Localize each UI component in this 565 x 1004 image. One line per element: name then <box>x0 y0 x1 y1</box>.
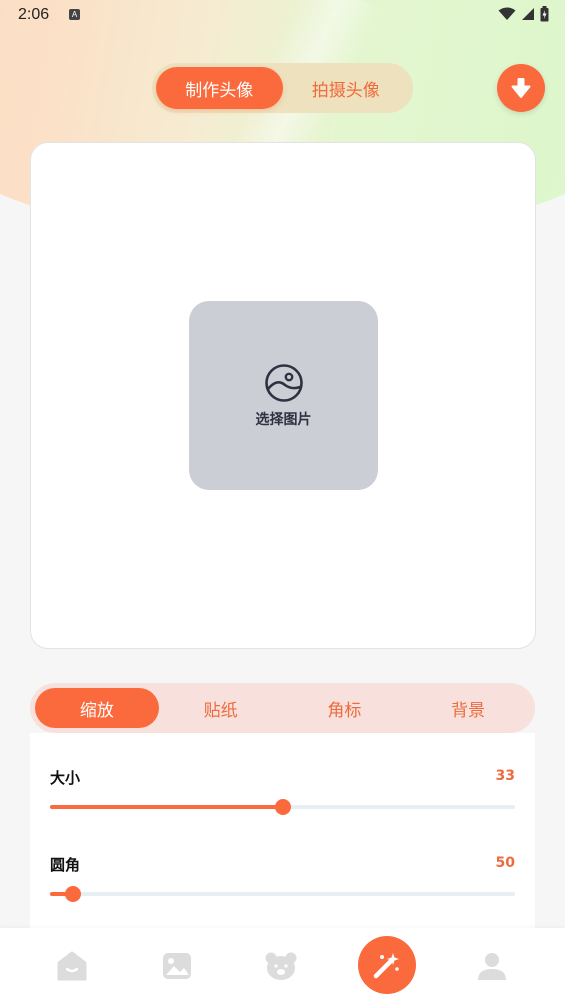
nav-home[interactable] <box>37 928 107 1004</box>
tab-background[interactable]: 背景 <box>406 688 530 728</box>
radius-label: 圆角 <box>50 856 81 874</box>
radius-slider-thumb[interactable] <box>65 886 82 902</box>
wifi-icon <box>498 7 516 20</box>
home-icon <box>57 951 87 981</box>
bear-icon <box>265 952 297 980</box>
size-value: 33 <box>495 768 515 784</box>
magic-wand-icon <box>373 953 399 979</box>
select-image-button[interactable]: 选择图片 <box>189 301 378 490</box>
status-icons <box>498 6 549 22</box>
status-time: 2:06 <box>18 6 50 23</box>
tab-capture-avatar[interactable]: 拍摄头像 <box>283 67 410 109</box>
gallery-icon <box>163 953 191 979</box>
nav-profile[interactable] <box>457 928 527 1004</box>
a-notification-icon: A <box>69 9 80 20</box>
avatar-preview-card: 选择图片 <box>30 142 536 649</box>
nav-magic-wand[interactable] <box>358 936 416 994</box>
radius-slider[interactable] <box>50 886 515 902</box>
edit-tabs: 缩放 贴纸 角标 背景 <box>30 683 535 733</box>
size-slider-thumb[interactable] <box>274 799 291 815</box>
bottom-nav <box>0 928 565 1004</box>
radius-value: 50 <box>495 855 515 871</box>
nav-gallery[interactable] <box>142 928 212 1004</box>
app-screen: 2:06 A 制作头像 拍摄头像 选择图片 缩放 贴纸 角标 背景 大小 33 … <box>0 0 565 1004</box>
image-icon <box>264 363 303 402</box>
size-slider-fill <box>50 805 283 809</box>
tab-corner-badge[interactable]: 角标 <box>283 688 407 728</box>
tab-make-avatar[interactable]: 制作头像 <box>156 67 283 109</box>
size-slider[interactable] <box>50 799 515 815</box>
status-bar: 2:06 A <box>0 0 565 32</box>
download-icon <box>511 78 531 98</box>
mode-switch: 制作头像 拍摄头像 <box>152 63 413 113</box>
signal-icon <box>522 8 534 20</box>
battery-icon <box>540 6 549 22</box>
tab-scale[interactable]: 缩放 <box>35 688 159 728</box>
tab-sticker[interactable]: 贴纸 <box>159 688 283 728</box>
profile-icon <box>478 953 506 980</box>
size-label: 大小 <box>50 769 81 787</box>
download-button[interactable] <box>497 64 545 112</box>
select-image-label: 选择图片 <box>255 411 312 428</box>
nav-bear[interactable] <box>246 928 316 1004</box>
